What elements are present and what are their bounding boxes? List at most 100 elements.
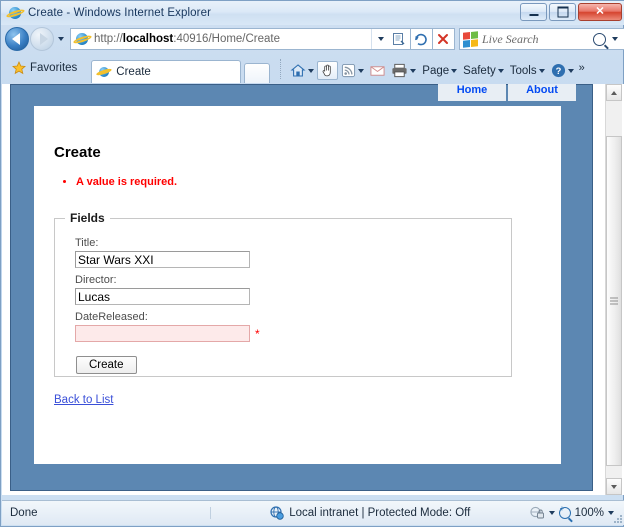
rss-feed-icon: [342, 63, 356, 78]
page-title: Create: [54, 144, 101, 161]
address-dropdown-button[interactable]: [371, 29, 389, 49]
create-submit-button[interactable]: Create: [76, 356, 137, 374]
internet-explorer-icon: [5, 5, 25, 21]
vertical-scrollbar[interactable]: [605, 84, 622, 495]
refresh-icon: [415, 33, 427, 46]
scroll-up-button[interactable]: [606, 84, 622, 101]
datereleased-label: DateReleased:: [75, 311, 148, 323]
back-arrow-icon: [12, 33, 20, 45]
address-input-container[interactable]: http://localhost:40916/Home/Create: [70, 28, 389, 50]
privacy-lock-icon[interactable]: [529, 506, 545, 520]
compatibility-view-button[interactable]: [389, 28, 411, 50]
title-bar: Create - Windows Internet Explorer ✕: [1, 1, 624, 25]
tools-menu-label: Tools: [509, 64, 537, 77]
stop-button[interactable]: [433, 28, 455, 50]
page-content-card: Create A value is required. Fields Title…: [34, 106, 561, 464]
site-navigation: Home About: [438, 84, 576, 101]
chevron-down-icon: [611, 37, 618, 41]
chevron-down-icon: [410, 68, 417, 73]
page-menu-label: Page: [422, 64, 450, 77]
security-zone[interactable]: Local intranet | Protected Mode: Off: [211, 506, 530, 520]
chevron-down-icon: [567, 68, 574, 73]
safety-menu[interactable]: Safety: [460, 63, 507, 79]
zoom-icon[interactable]: [558, 505, 571, 519]
page-menu[interactable]: Page: [419, 63, 460, 79]
page-viewport: Home About Create A value is required. F…: [2, 84, 624, 495]
command-bar: Page Safety Tools ? »: [287, 61, 624, 80]
title-field-row: [65, 251, 501, 268]
scroll-down-button[interactable]: [606, 478, 622, 495]
help-menu[interactable]: ?: [548, 61, 577, 80]
close-icon: ✕: [595, 5, 605, 18]
nav-link-about[interactable]: About: [508, 84, 576, 101]
director-label: Director:: [75, 274, 117, 286]
minimize-button[interactable]: [520, 3, 547, 21]
printer-icon: [392, 63, 407, 78]
status-text: Done: [2, 507, 211, 519]
home-icon: [290, 64, 306, 77]
search-box[interactable]: Live Search: [459, 28, 624, 50]
command-bar-overflow-button[interactable]: »: [579, 62, 585, 74]
address-input[interactable]: http://localhost:40916/Home/Create: [94, 33, 371, 45]
web-page-body: Home About Create A value is required. F…: [10, 84, 593, 491]
back-to-list-link[interactable]: Back to List: [54, 394, 113, 406]
close-button[interactable]: ✕: [578, 3, 622, 21]
director-input[interactable]: [75, 288, 250, 305]
url-path: :40916/Home/Create: [173, 33, 281, 45]
url-scheme: http://: [94, 33, 123, 45]
help-question-icon: ?: [551, 63, 565, 78]
validation-message: A value is required.: [76, 175, 541, 189]
svg-text:?: ?: [555, 66, 561, 76]
chevron-down-icon: [611, 484, 617, 489]
feeds-button[interactable]: [338, 61, 367, 80]
chevron-down-icon: [497, 68, 504, 73]
window-resize-grip[interactable]: [612, 513, 622, 523]
mail-icon: [370, 65, 385, 76]
tools-menu[interactable]: Tools: [507, 63, 548, 79]
validation-summary: A value is required.: [54, 175, 541, 189]
favorites-label: Favorites: [30, 62, 78, 74]
security-zone-label: Local intranet | Protected Mode: Off: [289, 507, 471, 519]
chevron-down-icon: [377, 37, 384, 41]
new-tab-button[interactable]: [244, 63, 271, 83]
chevron-down-icon: [58, 37, 64, 41]
tab-strip: Create: [91, 60, 271, 83]
privacy-dropdown-chevron-down-icon[interactable]: [548, 511, 555, 515]
caret-browsing-button[interactable]: [317, 61, 339, 80]
back-button[interactable]: [5, 27, 29, 51]
nav-link-home[interactable]: Home: [438, 84, 506, 101]
tab-label: Create: [116, 66, 151, 78]
stop-x-icon: [438, 34, 448, 44]
ie-browser-window: Create - Windows Internet Explorer ✕ htt…: [0, 0, 624, 527]
chevron-up-icon: [611, 90, 617, 95]
forward-button[interactable]: [30, 27, 54, 51]
tab-create[interactable]: Create: [91, 60, 242, 83]
compatibility-view-icon: [393, 33, 405, 45]
status-bar-right: 100%: [529, 505, 624, 520]
refresh-button[interactable]: [411, 28, 433, 50]
search-provider-dropdown[interactable]: [608, 29, 621, 49]
chevron-down-icon: [308, 68, 315, 73]
chevron-down-icon: [358, 68, 365, 73]
read-mail-button[interactable]: [367, 63, 388, 79]
favorites-button[interactable]: Favorites: [7, 56, 85, 80]
scrollbar-thumb[interactable]: [606, 136, 622, 466]
recent-pages-button[interactable]: [54, 28, 68, 50]
fieldset-legend: Fields: [70, 211, 105, 225]
search-input[interactable]: Live Search: [482, 32, 593, 47]
window-title: Create - Windows Internet Explorer: [28, 7, 211, 19]
address-bar: http://localhost:40916/Home/Create Live …: [1, 25, 624, 53]
star-icon: [12, 61, 26, 75]
home-button[interactable]: [287, 61, 317, 80]
safety-menu-label: Safety: [463, 64, 496, 77]
print-button[interactable]: [388, 61, 419, 80]
search-icon[interactable]: [593, 32, 606, 46]
fields-fieldset: Fields Title: Director: DateReleased: *: [54, 211, 512, 377]
scrollbar-grip-icon: [610, 297, 618, 305]
page-favicon-icon: [72, 31, 92, 47]
datereleased-input[interactable]: [75, 325, 250, 342]
url-host: localhost: [122, 33, 174, 45]
title-input[interactable]: [75, 251, 250, 268]
status-bar: Done Local intranet | Protected Mode: Of…: [2, 500, 624, 525]
maximize-button[interactable]: [549, 3, 576, 21]
